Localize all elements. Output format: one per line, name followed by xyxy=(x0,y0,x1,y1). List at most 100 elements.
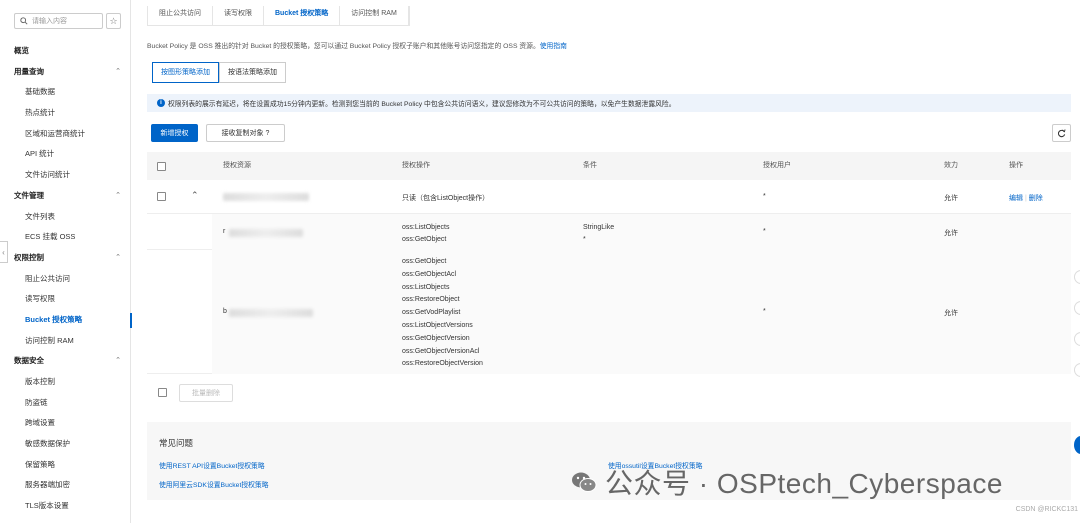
row-action: 只读（包含ListObject操作） xyxy=(402,195,490,202)
refresh-icon xyxy=(1057,128,1066,137)
search-icon xyxy=(20,17,28,25)
select-all-checkbox[interactable] xyxy=(157,162,166,171)
row-checkbox[interactable] xyxy=(157,192,166,201)
tab-read-write[interactable]: 读写权限 xyxy=(213,6,264,25)
sidebar-group-label: 文件管理 xyxy=(14,190,44,200)
refresh-button[interactable] xyxy=(1052,124,1071,142)
tab-block-public[interactable]: 阻止公共访问 xyxy=(148,6,213,25)
float-button[interactable] xyxy=(1074,332,1080,346)
sidebar-group[interactable]: 权限控制 ⌃ xyxy=(0,248,131,269)
faq-link-sdk[interactable]: 使用阿里云SDK设置Bucket授权策略 xyxy=(159,479,269,489)
sidebar-item[interactable]: TLS版本设置 xyxy=(0,496,131,517)
sidebar-item[interactable]: 防盗链 xyxy=(0,393,131,414)
page-description: Bucket Policy 是 OSS 推出的针对 Bucket 的授权策略，您… xyxy=(147,40,567,50)
graphic-policy-button[interactable]: 按图形策略添加 xyxy=(152,62,219,83)
sidebar-group[interactable]: 文件管理 ⌃ xyxy=(0,186,131,207)
sidebar-item[interactable]: 区域和运营商统计 xyxy=(0,124,131,145)
search-input[interactable]: 请输入内容 xyxy=(14,13,103,29)
bulk-delete-button[interactable]: 批量删除 xyxy=(179,384,233,402)
description-text: Bucket Policy 是 OSS 推出的针对 Bucket 的授权策略，您… xyxy=(147,43,540,50)
sidebar-item[interactable]: 访问控制 RAM xyxy=(0,331,131,352)
sidebar-item[interactable]: 文件访问统计 xyxy=(0,165,131,186)
action-item: oss:GetObjectVersion xyxy=(402,334,470,342)
star-icon: ☆ xyxy=(109,15,118,26)
sidebar-group-label: 用量查询 xyxy=(14,66,44,76)
sub-row-bg xyxy=(212,250,1071,374)
sidebar-group-label: 权限控制 xyxy=(14,252,44,262)
action-item: oss:GetObject xyxy=(402,258,447,265)
float-button[interactable] xyxy=(1074,270,1080,284)
watermark-text: 公众号 · OSPtech_Cyberspace xyxy=(605,468,1003,499)
delete-link[interactable]: 删除 xyxy=(1029,195,1043,202)
sub-user: * xyxy=(763,308,766,315)
action-item: oss:RestoreObjectVersion xyxy=(402,360,483,368)
sidebar-item[interactable]: 敏感数据保护 xyxy=(0,434,131,455)
action-item: oss:GetObject xyxy=(402,236,447,243)
sidebar-item[interactable]: 服务器端加密 xyxy=(0,475,131,496)
action-item: oss:GetObjectVersionAcl xyxy=(402,347,480,355)
row-user: * xyxy=(763,193,766,200)
sidebar-item[interactable]: 热点统计 xyxy=(0,103,131,124)
action-item: oss:ListObjectVersions xyxy=(402,321,473,329)
sidebar-item[interactable]: 读写权限 xyxy=(0,289,131,310)
mode-switch: 按图形策略添加 按语法策略添加 xyxy=(152,62,286,83)
sub-row-bg xyxy=(212,214,1071,250)
sidebar-group[interactable]: 概览 xyxy=(0,41,131,62)
float-button[interactable] xyxy=(1074,363,1080,377)
chevron-up-icon: ⌃ xyxy=(115,253,121,261)
sidebar-group[interactable]: 数据安全 ⌃ xyxy=(0,351,131,372)
row-actions: 编辑 | 删除 xyxy=(1009,193,1043,203)
sidebar-item[interactable]: 跨域设置 xyxy=(0,413,131,434)
faq-title: 常见问题 xyxy=(159,438,194,448)
main-content: 阻止公共访问 读写权限 Bucket 授权策略 访问控制 RAM Bucket … xyxy=(131,0,1080,523)
sidebar-item[interactable]: 阻止公共访问 xyxy=(0,269,131,290)
sidebar-item[interactable]: 保留策略 xyxy=(0,455,131,476)
table-row: b oss:GetObject oss:GetObjectAcl oss:Lis… xyxy=(147,250,1071,374)
condition-value: * xyxy=(583,236,586,243)
guide-link[interactable]: 使用指南 xyxy=(540,43,567,50)
csdn-credit: CSDN @RICKC131 xyxy=(1015,506,1078,513)
sidebar-group-label: 数据安全 xyxy=(14,356,44,366)
sidebar-group[interactable]: 用量查询 ⌃ xyxy=(0,62,131,83)
col-action: 授权操作 xyxy=(402,162,430,169)
row-effect: 允许 xyxy=(944,195,958,202)
sidebar-item[interactable]: 文件列表 xyxy=(0,207,131,228)
bulk-select-checkbox[interactable] xyxy=(158,388,167,397)
receive-replication-button[interactable]: 接收复制对象 ? xyxy=(206,124,285,142)
col-resource: 授权资源 xyxy=(223,162,251,169)
sidebar-item[interactable]: ECS 挂载 OSS xyxy=(0,227,131,248)
action-item: oss:RestoreObject xyxy=(402,296,460,304)
resource-prefix: r xyxy=(223,228,226,235)
redacted-resource xyxy=(229,309,313,317)
col-condition: 条件 xyxy=(583,162,597,169)
edit-link[interactable]: 编辑 xyxy=(1009,195,1023,202)
chevron-up-icon: ⌃ xyxy=(115,67,121,75)
sub-actions-2: oss:GetObject oss:GetObjectAcl oss:ListO… xyxy=(402,256,483,371)
action-item: oss:GetObjectAcl xyxy=(402,270,457,278)
syntax-policy-button[interactable]: 按语法策略添加 xyxy=(219,62,286,83)
table-header: 授权资源 授权操作 条件 授权用户 效力 操作 xyxy=(147,152,1071,180)
sub-condition: StringLike * xyxy=(583,222,614,246)
help-icon: ? xyxy=(265,129,270,137)
float-button[interactable] xyxy=(1074,301,1080,315)
add-authorization-button[interactable]: 新增授权 xyxy=(151,124,198,142)
faq-link-rest[interactable]: 使用REST API设置Bucket授权策略 xyxy=(159,460,265,470)
sidebar-item[interactable]: Bucket 授权策略 xyxy=(0,310,132,331)
tab-bar: 阻止公共访问 读写权限 Bucket 授权策略 访问控制 RAM xyxy=(147,6,410,26)
table-row: r oss:ListObjects oss:GetObject StringLi… xyxy=(147,214,1071,250)
tab-bucket-policy[interactable]: Bucket 授权策略 xyxy=(264,6,341,25)
sidebar-item[interactable]: 基础数据 xyxy=(0,82,131,103)
collapse-sidebar-button[interactable]: ‹ xyxy=(0,241,8,263)
sidebar-item[interactable]: 版本控制 xyxy=(0,372,131,393)
tab-ram[interactable]: 访问控制 RAM xyxy=(340,6,409,25)
condition-key: StringLike xyxy=(583,224,615,231)
floating-toolbar xyxy=(1074,270,1080,394)
sidebar: 请输入内容 ☆ 概览用量查询 ⌃ 基础数据 热点统计 区域和运营商统计 API 统计 文件访… xyxy=(0,0,132,523)
favorite-button[interactable]: ☆ xyxy=(106,13,121,29)
redacted-resource xyxy=(229,229,303,237)
col-ops: 操作 xyxy=(1009,162,1023,169)
chevron-up-icon[interactable]: ⌃ xyxy=(191,190,199,201)
sidebar-item[interactable]: API 统计 xyxy=(0,144,131,165)
policy-table: 授权资源 授权操作 条件 授权用户 效力 操作 ⌃ 只读（包含ListObjec… xyxy=(147,152,1071,374)
resource-prefix: b xyxy=(223,308,227,315)
